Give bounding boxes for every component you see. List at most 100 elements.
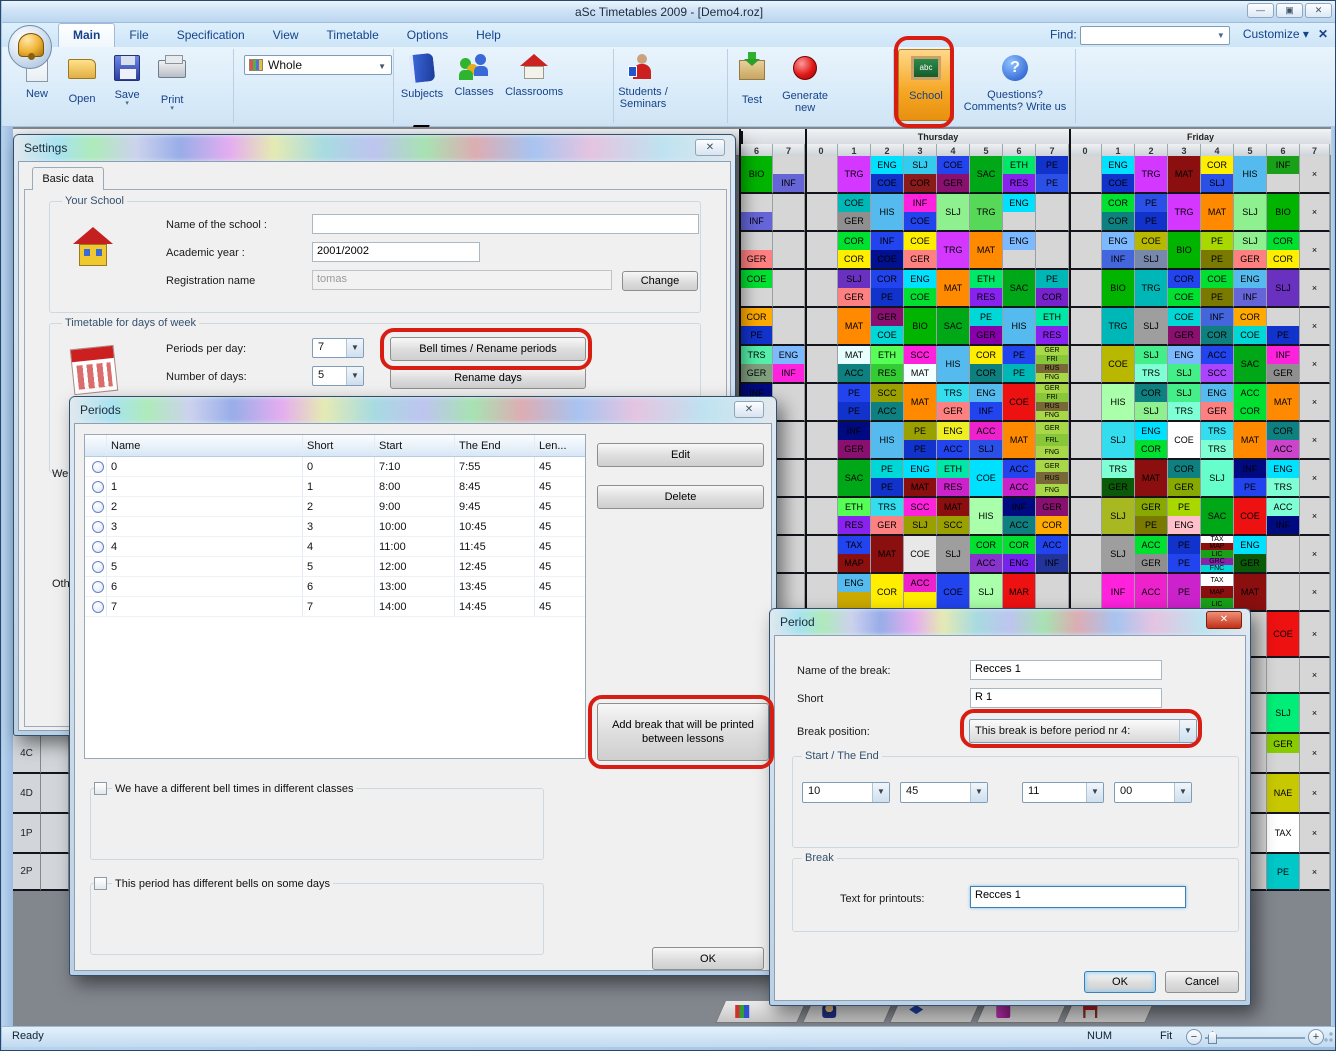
timetable-cell[interactable]: SLJCOR [904, 156, 937, 194]
timetable-cell[interactable]: MAR [1003, 574, 1036, 612]
timetable-cell[interactable]: TRSGER [1102, 460, 1135, 498]
timetable-cell[interactable]: PEPE [1003, 346, 1036, 384]
close-button[interactable]: ✕ [1305, 3, 1332, 18]
tab-options[interactable]: Options [393, 24, 462, 47]
timetable-cell[interactable]: SAC [970, 156, 1003, 194]
timetable-cell[interactable]: CORPE [871, 270, 904, 308]
timetable-cell[interactable]: TRG [970, 194, 1003, 232]
timetable-cell[interactable] [773, 574, 805, 612]
timetable-cell[interactable]: COEGER [1168, 308, 1201, 346]
timetable-cell[interactable]: × [1300, 536, 1330, 574]
timetable-cell[interactable]: × [1300, 384, 1330, 422]
period-cancel-button[interactable]: Cancel [1165, 971, 1239, 993]
timetable-cell[interactable]: ACCGER [1135, 536, 1168, 574]
number-of-days-combo[interactable]: 5▼ [312, 366, 364, 386]
timetable-cell[interactable]: MAT [937, 270, 970, 308]
periods-ok-button[interactable]: OK [652, 947, 764, 970]
timetable-cell[interactable]: ETHRES [970, 270, 1003, 308]
timetable-cell[interactable] [773, 422, 805, 460]
period-table-row[interactable]: 5512:0012:4545 [85, 557, 585, 577]
period-dialog-titlebar[interactable]: Period [770, 609, 1250, 635]
chevron-down-icon[interactable]: ▼ [1179, 720, 1196, 742]
chevron-down-icon[interactable]: ▼ [378, 62, 386, 71]
timetable-cell[interactable] [773, 536, 805, 574]
timetable-cell[interactable]: HIS [1234, 156, 1267, 194]
timetable-cell[interactable]: ETHRES [937, 460, 970, 498]
rename-days-button[interactable]: Rename days [390, 367, 586, 389]
timetable-cell[interactable]: CORGER [1168, 460, 1201, 498]
timetable-cell[interactable]: MATACC [838, 346, 871, 384]
bell-times-button[interactable]: Bell times / Rename periods [390, 337, 586, 361]
timetable-cell[interactable]: ACCACC [1003, 460, 1036, 498]
timetable-cell[interactable]: × [1300, 270, 1330, 308]
timetable-cell[interactable]: COE [1003, 384, 1036, 422]
school-button[interactable]: abcSchool [898, 49, 954, 121]
timetable-cell[interactable]: ETHRES [1003, 156, 1036, 194]
periods-table[interactable]: NameShortStartThe EndLen...007:107:55451… [84, 434, 586, 759]
tab-timetable[interactable]: Timetable [313, 24, 393, 47]
timetable-cell[interactable]: PE [1267, 308, 1300, 346]
timetable-cell[interactable] [1267, 574, 1300, 612]
timetable-cell[interactable]: SCCSLJ [904, 498, 937, 536]
timetable-cell[interactable]: CORENG [1003, 536, 1036, 574]
timetable-cell[interactable]: TRG [1168, 194, 1201, 232]
timetable-cell[interactable]: COE [741, 270, 773, 308]
class-row-label[interactable]: 4C [13, 734, 41, 774]
timetable-cell[interactable]: ETHRES [871, 346, 904, 384]
timetable-cell[interactable]: ENGINF [773, 346, 805, 384]
timetable-cell[interactable]: MAT [970, 232, 1003, 270]
tab-main[interactable]: Main [58, 23, 115, 47]
chevron-down-icon[interactable]: ▼ [970, 783, 987, 802]
period-table-row[interactable]: 7714:0014:4545 [85, 597, 585, 617]
different-bells-checkbox[interactable] [94, 782, 107, 795]
timetable-cell[interactable]: SAC [1234, 346, 1267, 384]
zoom-slider-track[interactable] [1205, 1037, 1305, 1039]
timetable-cell[interactable]: ACCINF [1267, 498, 1300, 536]
zoom-out-button[interactable]: − [1186, 1029, 1202, 1045]
timetable-cell[interactable] [1036, 232, 1069, 270]
timetable-cell[interactable]: ACCINF [1036, 536, 1069, 574]
timetable-cell[interactable]: × [1300, 460, 1330, 498]
timetable-cell[interactable]: GERFRIRUSFNG [1036, 346, 1069, 384]
periods-close-icon[interactable]: ✕ [734, 401, 764, 418]
periods-column-header[interactable]: Short [303, 435, 375, 456]
timetable-cell[interactable]: × [1300, 734, 1330, 774]
timetable-cell[interactable] [1069, 156, 1102, 194]
timetable-cell[interactable]: ENGINF [970, 384, 1003, 422]
add-break-button[interactable]: Add break that will be printed between l… [597, 703, 769, 761]
timetable-cell[interactable] [1267, 536, 1300, 574]
timetable-cell[interactable] [805, 498, 838, 536]
timetable-cell[interactable]: TRSTRS [1201, 422, 1234, 460]
timetable-cell[interactable] [1267, 658, 1300, 694]
restore-button[interactable]: ▣ [1276, 3, 1303, 18]
timetable-cell[interactable]: COR [871, 574, 904, 612]
timetable-cell[interactable]: ACC [904, 574, 937, 612]
timetable-cell[interactable] [805, 346, 838, 384]
timetable-cell[interactable]: TRSGER [937, 384, 970, 422]
timetable-cell[interactable]: COE [1267, 612, 1300, 658]
timetable-cell[interactable] [1036, 574, 1069, 612]
timetable-cell[interactable] [805, 156, 838, 194]
break-name-input[interactable]: Recces 1 [970, 660, 1162, 680]
timetable-cell[interactable]: SLJTRS [1168, 384, 1201, 422]
timetable-cell[interactable]: PEGER [970, 308, 1003, 346]
timetable-cell[interactable]: SLJ [1135, 308, 1168, 346]
timetable-cell[interactable]: CORCOR [1102, 194, 1135, 232]
timetable-cell[interactable]: CORSLJ [1135, 384, 1168, 422]
timetable-cell[interactable]: ENGCOE [904, 270, 937, 308]
edit-button[interactable]: Edit [597, 443, 764, 467]
basic-data-tab[interactable]: Basic data [32, 167, 104, 190]
change-button[interactable]: Change [622, 271, 698, 291]
timetable-cell[interactable]: PEPE [904, 422, 937, 460]
period-ok-button[interactable]: OK [1084, 971, 1156, 993]
timetable-cell[interactable]: GERFRLFNG [1036, 422, 1069, 460]
timetable-cell[interactable]: MATSCC [937, 498, 970, 536]
chevron-down-icon[interactable]: ▼ [1174, 783, 1191, 802]
ribbon-close-icon[interactable]: ✕ [1318, 27, 1328, 41]
timetable-cell[interactable]: CORCOR [1267, 232, 1300, 270]
timetable-cell[interactable]: CORCOE [1234, 308, 1267, 346]
timetable-cell[interactable]: × [1300, 574, 1330, 612]
timetable-cell[interactable]: ENGINF [1234, 270, 1267, 308]
timetable-cell[interactable] [805, 308, 838, 346]
timetable-cell[interactable] [1069, 460, 1102, 498]
